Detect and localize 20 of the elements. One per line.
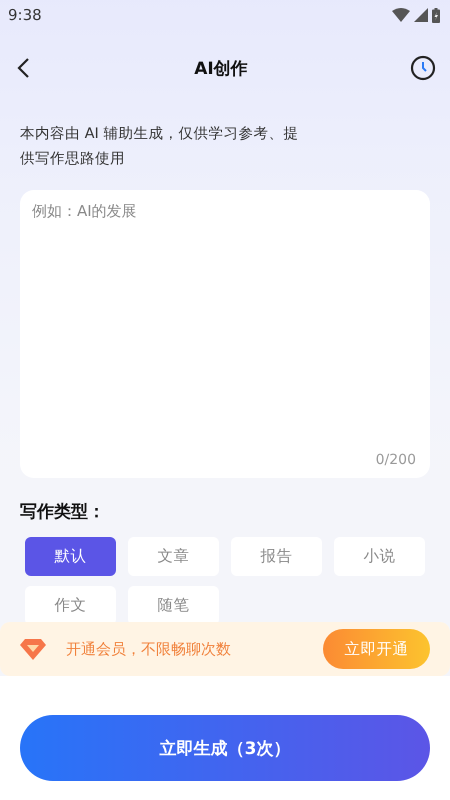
vip-button[interactable]: 立即开通: [323, 629, 430, 669]
char-counter: 0/200: [376, 452, 416, 468]
type-chip[interactable]: 文章: [128, 537, 219, 576]
clock-icon[interactable]: [410, 55, 436, 81]
vip-text: 开通会员，不限畅聊次数: [66, 640, 232, 658]
section-label: 写作类型：: [20, 501, 106, 523]
diamond-icon: [20, 638, 46, 660]
page-title: AI创作: [194, 58, 248, 80]
wifi-icon: [392, 8, 410, 22]
signal-icon: [414, 8, 428, 22]
status-time: 9:38: [8, 6, 42, 24]
type-chip[interactable]: 随笔: [128, 586, 219, 625]
disclaimer-text: 本内容由 AI 辅助生成，仅供学习参考、提供写作思路使用: [19, 124, 300, 169]
battery-icon: [432, 8, 440, 22]
type-chip[interactable]: 小说: [334, 537, 425, 576]
type-chip[interactable]: 报告: [231, 537, 322, 576]
back-icon[interactable]: [16, 57, 32, 79]
generate-button[interactable]: 立即生成（3次）: [20, 715, 430, 781]
type-chip[interactable]: 默认: [25, 537, 116, 576]
type-chip[interactable]: 作文: [25, 586, 116, 625]
